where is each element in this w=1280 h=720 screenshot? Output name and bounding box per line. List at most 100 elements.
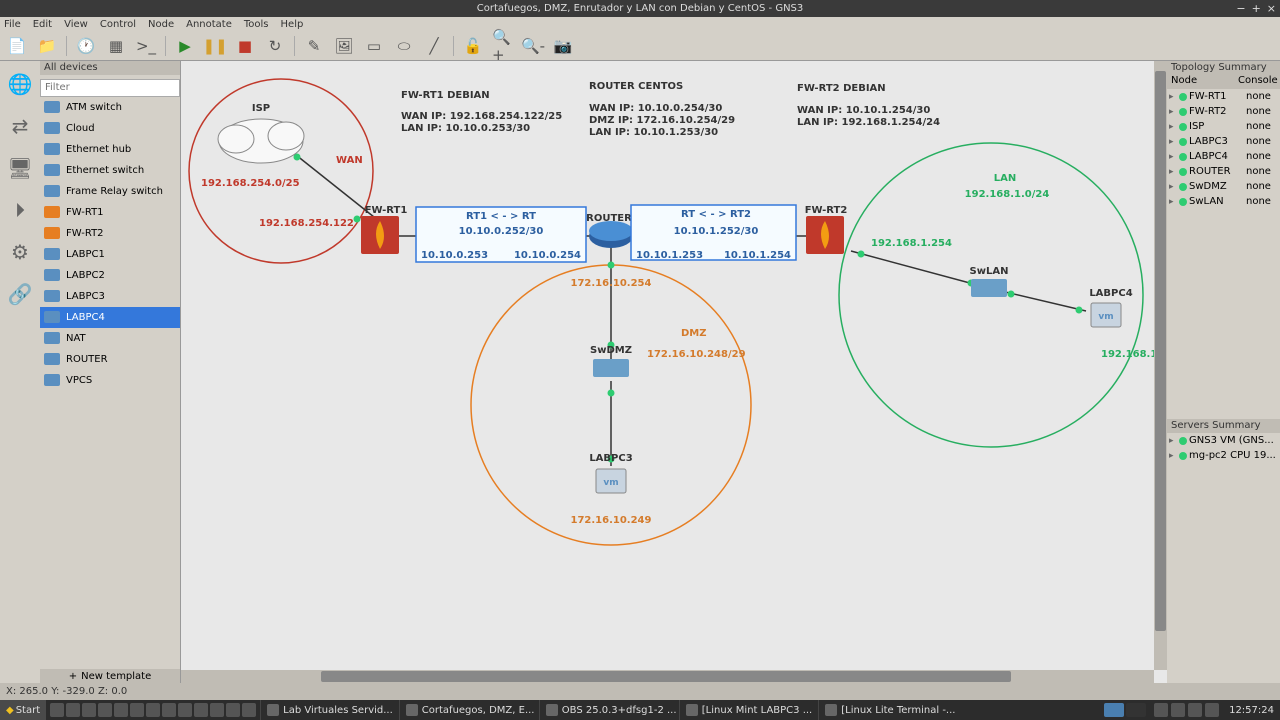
server-row[interactable]: ▸mg-pc2 CPU 19... — [1167, 448, 1280, 463]
zoom-out-button[interactable]: 🔍- — [522, 35, 544, 57]
node-labpc3[interactable]: vm LABPC3 — [589, 453, 632, 493]
device-item-labpc3[interactable]: LABPC3 — [40, 286, 180, 307]
link-fwrt2-swlan[interactable] — [851, 251, 981, 286]
open-project-button[interactable]: 📁 — [36, 35, 58, 57]
start-all-button[interactable]: ▶ — [174, 35, 196, 57]
tray-update-icon[interactable] — [1171, 703, 1185, 717]
menu-control[interactable]: Control — [100, 19, 136, 30]
add-link-button[interactable]: 🔗 — [5, 279, 35, 309]
topology-canvas[interactable]: ISP WAN 192.168.254.0/25 192.168.254.122… — [181, 61, 1167, 683]
ql-icon-4[interactable] — [98, 703, 112, 717]
taskbar-item-2[interactable]: OBS 25.0.3+dfsg1-2 ... — [539, 700, 679, 720]
draw-ellipse-button[interactable]: ⬭ — [393, 35, 415, 57]
ql-icon-7[interactable] — [146, 703, 160, 717]
topology-row-swdmz[interactable]: ▸SwDMZnone — [1167, 179, 1280, 194]
browse-security-button[interactable]: ⏵ — [5, 195, 35, 225]
console-button[interactable]: >_ — [135, 35, 157, 57]
reload-all-button[interactable]: ↻ — [264, 35, 286, 57]
ql-icon-3[interactable] — [82, 703, 96, 717]
device-item-nat[interactable]: NAT — [40, 328, 180, 349]
pause-all-button[interactable]: ❚❚ — [204, 35, 226, 57]
browse-routers-button[interactable]: 🌐 — [5, 69, 35, 99]
node-swdmz[interactable]: SwDMZ — [590, 345, 632, 377]
device-item-atm-switch[interactable]: ATM switch — [40, 97, 180, 118]
node-router[interactable]: ROUTER — [586, 213, 633, 248]
taskbar-item-0[interactable]: Lab Virtuales Servid... — [260, 700, 399, 720]
browse-all-devices-button[interactable]: ⚙ — [5, 237, 35, 267]
screenshot-button[interactable]: 📷 — [552, 35, 574, 57]
topology-row-labpc3[interactable]: ▸LABPC3none — [1167, 134, 1280, 149]
workspace-2[interactable] — [1126, 703, 1146, 717]
browse-end-devices-button[interactable]: 🖥 — [5, 153, 35, 183]
device-item-fw-rt1[interactable]: FW-RT1 — [40, 202, 180, 223]
node-isp[interactable]: ISP — [218, 103, 304, 163]
ql-icon-9[interactable] — [178, 703, 192, 717]
menu-view[interactable]: View — [64, 19, 88, 30]
snapshot-button[interactable]: 🕐 — [75, 35, 97, 57]
ql-icon-12[interactable] — [226, 703, 240, 717]
topology-row-isp[interactable]: ▸ISPnone — [1167, 119, 1280, 134]
device-item-labpc4[interactable]: LABPC4 — [40, 307, 180, 328]
workspace-1[interactable] — [1104, 703, 1124, 717]
node-fwrt2[interactable]: FW-RT2 — [805, 205, 848, 254]
menu-help[interactable]: Help — [281, 19, 304, 30]
insert-image-button[interactable]: 🖼 — [333, 35, 355, 57]
topology-row-labpc4[interactable]: ▸LABPC4none — [1167, 149, 1280, 164]
ql-icon-11[interactable] — [210, 703, 224, 717]
device-item-frame-relay-switch[interactable]: Frame Relay switch — [40, 181, 180, 202]
device-item-router[interactable]: ROUTER — [40, 349, 180, 370]
draw-rect-button[interactable]: ▭ — [363, 35, 385, 57]
lock-button[interactable]: 🔓 — [462, 35, 484, 57]
topology-row-swlan[interactable]: ▸SwLANnone — [1167, 194, 1280, 209]
ql-icon-13[interactable] — [242, 703, 256, 717]
menu-annotate[interactable]: Annotate — [186, 19, 232, 30]
stop-all-button[interactable]: ■ — [234, 35, 256, 57]
topology-row-fw-rt1[interactable]: ▸FW-RT1none — [1167, 89, 1280, 104]
add-note-button[interactable]: ✎ — [303, 35, 325, 57]
menu-tools[interactable]: Tools — [244, 19, 269, 30]
node-labpc4[interactable]: vm LABPC4 — [1089, 288, 1132, 327]
taskbar-clock[interactable]: 12:57:24 — [1223, 705, 1280, 716]
tray-bluetooth-icon[interactable] — [1188, 703, 1202, 717]
draw-line-button[interactable]: ╱ — [423, 35, 445, 57]
close-button[interactable]: × — [1267, 0, 1276, 17]
menu-node[interactable]: Node — [148, 19, 174, 30]
taskbar-item-1[interactable]: Cortafuegos, DMZ, E... — [399, 700, 539, 720]
taskbar-item-4[interactable]: [Linux Lite Terminal -... — [818, 700, 958, 720]
menu-edit[interactable]: Edit — [33, 19, 52, 30]
new-project-button[interactable]: 📄 — [6, 35, 28, 57]
show-grid-button[interactable]: ▦ — [105, 35, 127, 57]
device-item-labpc1[interactable]: LABPC1 — [40, 244, 180, 265]
ql-icon-10[interactable] — [194, 703, 208, 717]
server-row[interactable]: ▸GNS3 VM (GNS... — [1167, 433, 1280, 448]
tray-network-icon[interactable] — [1154, 703, 1168, 717]
node-fwrt1[interactable]: FW-RT1 — [361, 205, 407, 254]
zoom-in-button[interactable]: 🔍+ — [492, 35, 514, 57]
new-template-button[interactable]: + New template — [40, 669, 180, 683]
ql-icon-6[interactable] — [130, 703, 144, 717]
ql-icon-8[interactable] — [162, 703, 176, 717]
maximize-button[interactable]: + — [1252, 0, 1261, 17]
start-menu-button[interactable]: ◆Start — [0, 700, 46, 720]
device-item-fw-rt2[interactable]: FW-RT2 — [40, 223, 180, 244]
device-item-ethernet-switch[interactable]: Ethernet switch — [40, 160, 180, 181]
device-item-ethernet-hub[interactable]: Ethernet hub — [40, 139, 180, 160]
minimize-button[interactable]: − — [1236, 0, 1245, 17]
device-item-labpc2[interactable]: LABPC2 — [40, 265, 180, 286]
device-filter-input[interactable] — [40, 79, 180, 97]
device-icon — [44, 311, 60, 323]
browse-switches-button[interactable]: ⇄ — [5, 111, 35, 141]
tray-volume-icon[interactable] — [1205, 703, 1219, 717]
device-item-cloud[interactable]: Cloud — [40, 118, 180, 139]
ql-icon-1[interactable] — [50, 703, 64, 717]
taskbar-item-3[interactable]: [Linux Mint LABPC3 ... — [679, 700, 818, 720]
canvas-vscroll[interactable] — [1154, 61, 1167, 670]
node-swlan[interactable]: SwLAN — [970, 266, 1009, 297]
canvas-hscroll[interactable] — [181, 670, 1154, 683]
device-item-vpcs[interactable]: VPCS — [40, 370, 180, 391]
topology-row-fw-rt2[interactable]: ▸FW-RT2none — [1167, 104, 1280, 119]
topology-row-router[interactable]: ▸ROUTERnone — [1167, 164, 1280, 179]
ql-icon-5[interactable] — [114, 703, 128, 717]
ql-icon-2[interactable] — [66, 703, 80, 717]
menu-file[interactable]: File — [4, 19, 21, 30]
